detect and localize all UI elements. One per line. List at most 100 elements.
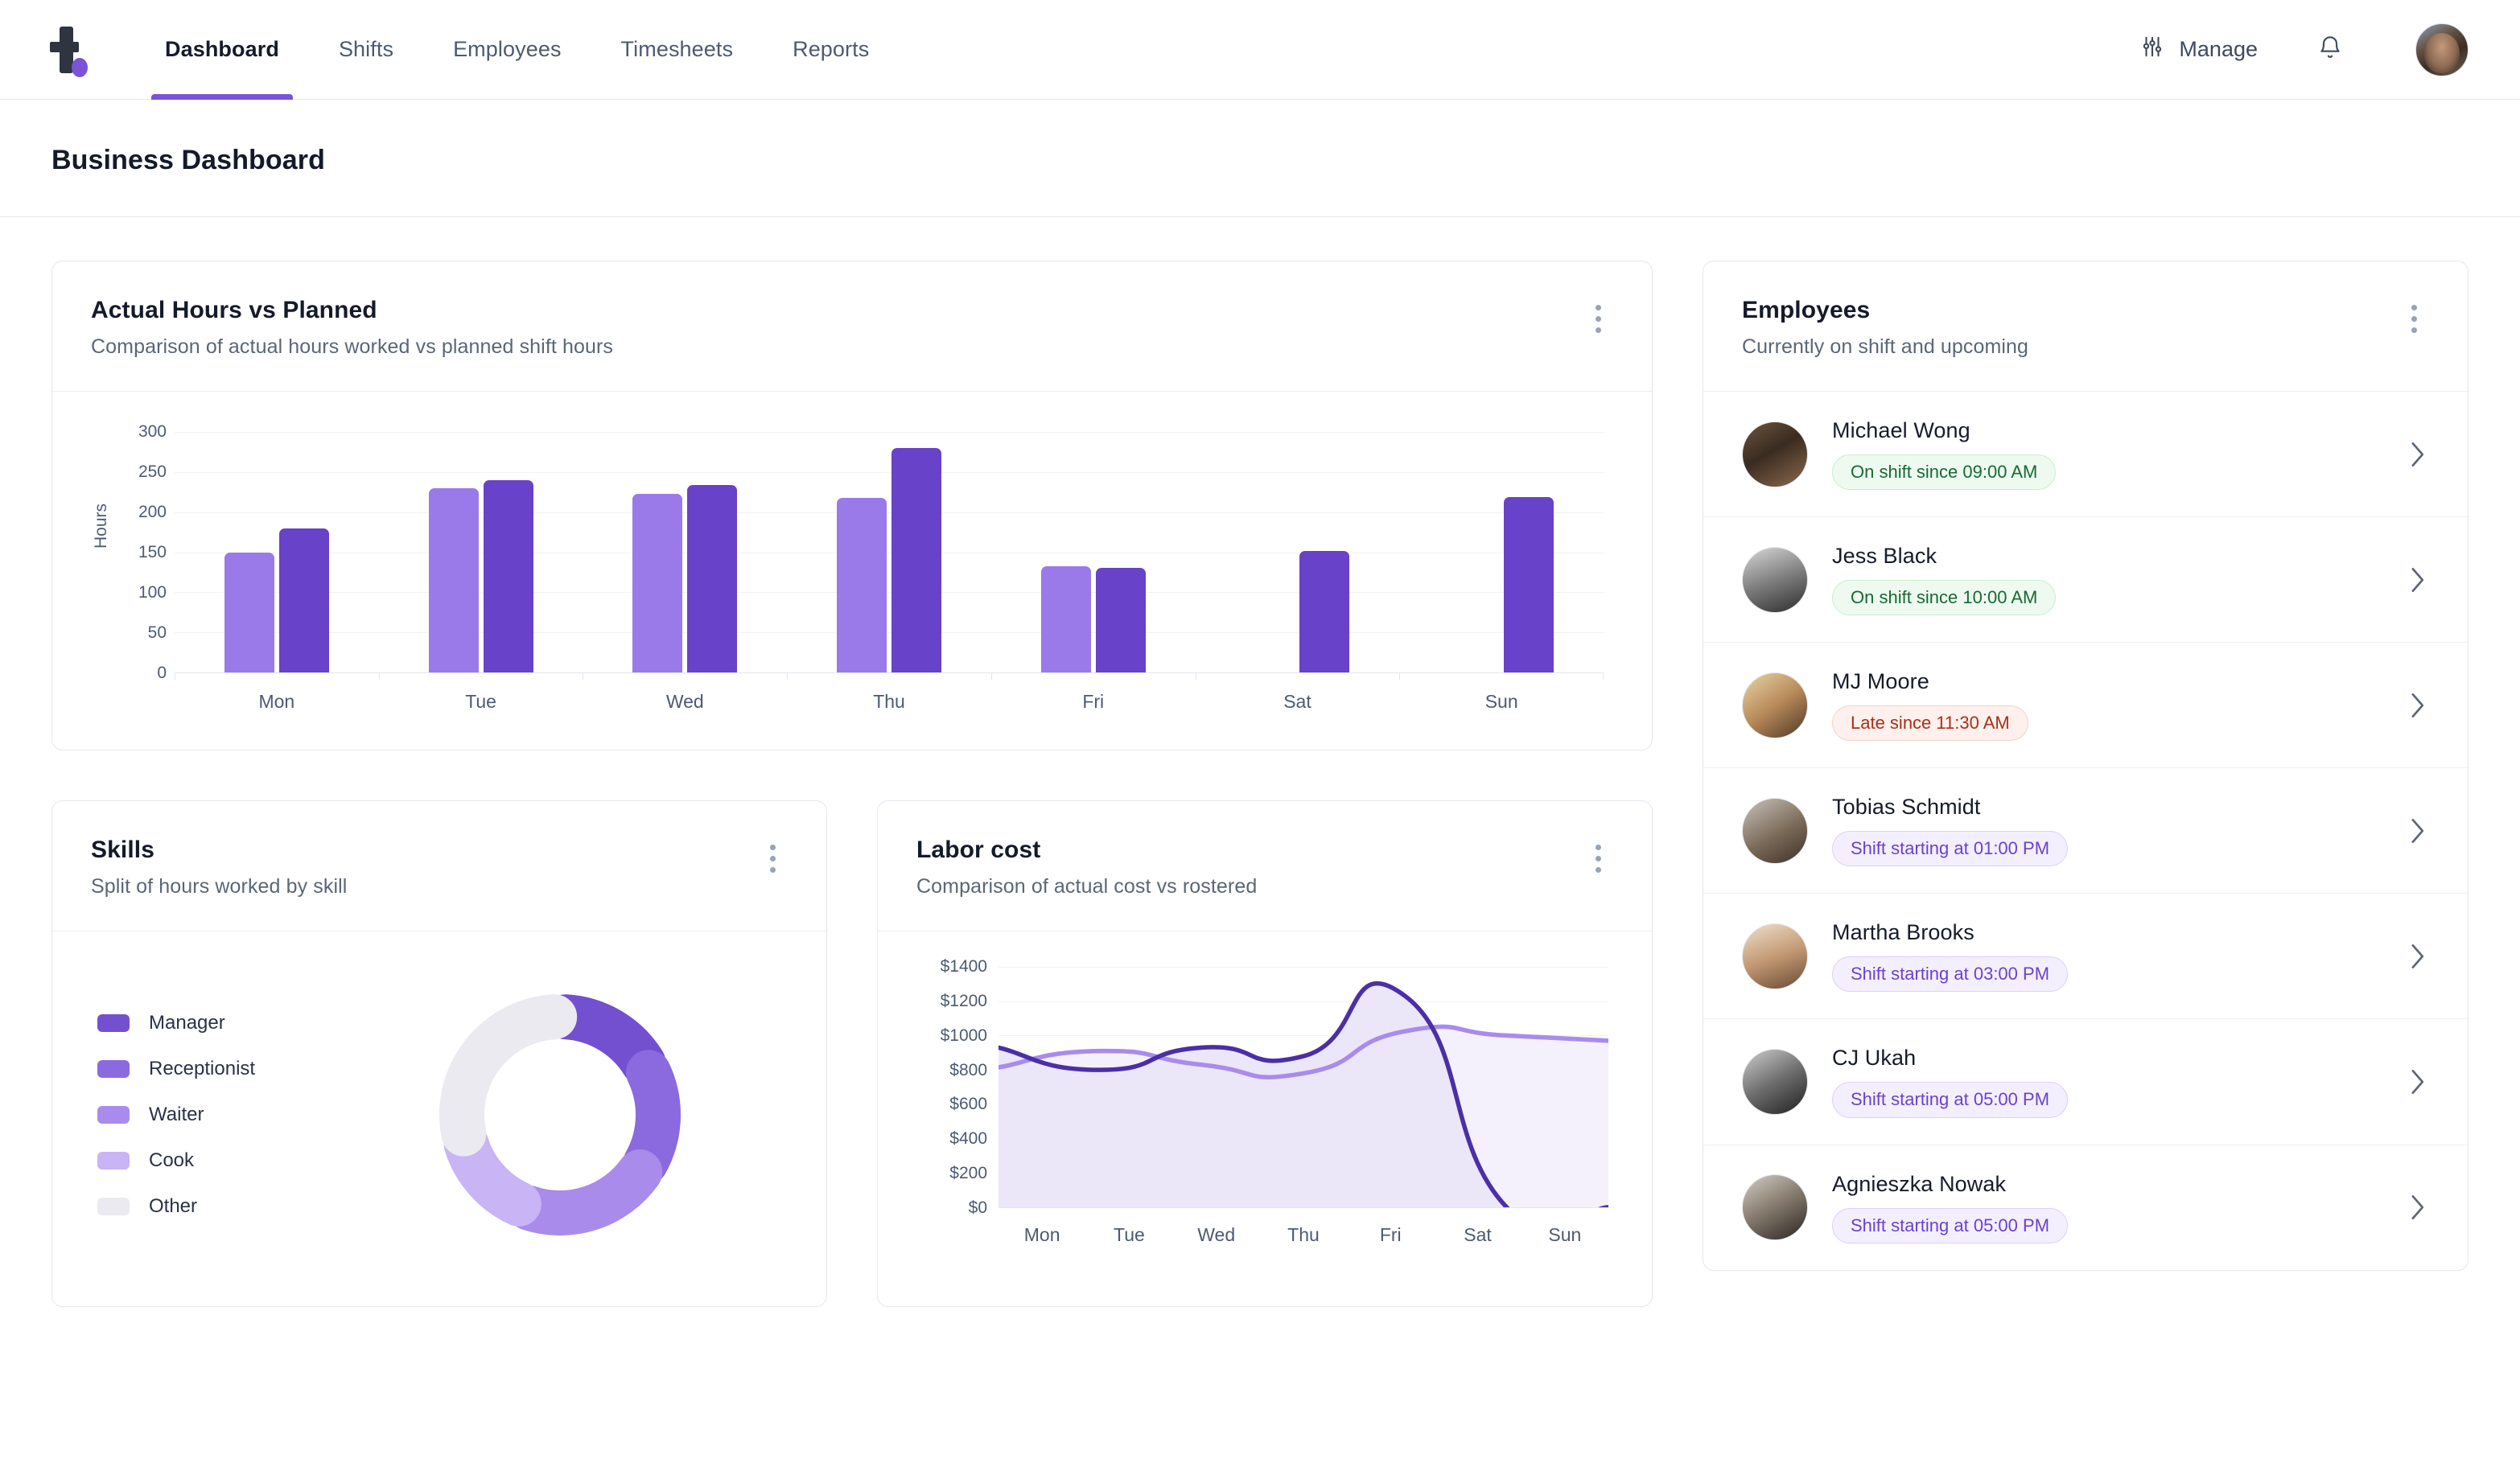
manage-button[interactable]: Manage (2124, 27, 2274, 72)
status-badge: On shift since 10:00 AM (1832, 580, 2056, 615)
legend-label: Manager (149, 1012, 225, 1034)
chevron-right-icon[interactable] (2403, 692, 2431, 719)
bar-actual-sat[interactable] (1299, 551, 1349, 672)
card-labor-cost: Labor cost Comparison of actual cost vs … (877, 800, 1653, 1307)
bar-y-axis-ticks: 300250200150100500 (115, 432, 175, 673)
notifications-button[interactable] (2274, 25, 2386, 74)
legend-swatch (97, 1198, 130, 1215)
employee-row[interactable]: CJ Ukah Shift starting at 05:00 PM (1703, 1019, 2468, 1145)
donut-slice-manager[interactable] (566, 1017, 644, 1063)
bar-group-mon (175, 432, 379, 672)
donut-slice-receptionist[interactable] (645, 1072, 658, 1162)
area-y-tick: $600 (949, 1095, 987, 1114)
chevron-right-icon[interactable] (2403, 1068, 2431, 1096)
right-column: Employees Currently on shift and upcomin… (1703, 261, 2469, 1307)
kebab-menu-icon[interactable] (754, 840, 791, 877)
nav-tab-reports[interactable]: Reports (763, 0, 899, 99)
employee-row[interactable]: Jess Black On shift since 10:00 AM (1703, 517, 2468, 643)
nav-tab-shifts[interactable]: Shifts (309, 0, 423, 99)
donut-chart: Manager Receptionist Waiter Cook Other (52, 931, 826, 1306)
legend-item-other[interactable]: Other (97, 1195, 332, 1218)
legend-item-cook[interactable]: Cook (97, 1149, 332, 1172)
employee-name: Agnieszka Nowak (1832, 1172, 2403, 1197)
card-subtitle: Comparison of actual cost vs rostered (916, 875, 1579, 898)
area-x-tick-sun: Sun (1521, 1224, 1608, 1246)
area-y-tick: $0 (969, 1198, 987, 1218)
employee-name: CJ Ukah (1832, 1046, 2403, 1071)
nav-tab-dashboard[interactable]: Dashboard (135, 0, 309, 99)
main-nav-tabs: DashboardShiftsEmployeesTimesheetsReport… (135, 0, 899, 99)
bar-actual-thu[interactable] (891, 448, 941, 672)
employee-row[interactable]: Michael WongOn shift since 09:00 AM (1703, 392, 2468, 517)
legend-item-waiter[interactable]: Waiter (97, 1104, 332, 1126)
nav-tab-timesheets[interactable]: Timesheets (591, 0, 764, 99)
status-badge: Late since 11:30 AM (1832, 705, 2028, 741)
kebab-menu-icon[interactable] (1579, 840, 1616, 877)
bar-planned-fri[interactable] (1041, 566, 1091, 672)
legend-label: Waiter (149, 1104, 204, 1126)
kebab-menu-icon[interactable] (1579, 300, 1616, 337)
page-title: Business Dashboard (51, 145, 2469, 176)
chevron-right-icon[interactable] (2403, 566, 2431, 594)
donut-graphic (332, 982, 788, 1248)
card-subtitle: Split of hours worked by skill (91, 875, 754, 898)
card-skills: Skills Split of hours worked by skill Ma… (51, 800, 827, 1307)
bar-group-wed (583, 432, 787, 672)
bar-y-tick: 100 (138, 583, 167, 602)
bar-actual-sun[interactable] (1504, 497, 1554, 672)
legend-label: Receptionist (149, 1058, 255, 1080)
area-plot-area (999, 967, 1608, 1208)
status-badge: Shift starting at 05:00 PM (1832, 1082, 2068, 1117)
bar-group-tue (379, 432, 583, 672)
chevron-right-icon[interactable] (2403, 817, 2431, 845)
legend-swatch (97, 1152, 130, 1170)
area-y-tick: $400 (949, 1129, 987, 1149)
area-x-tick-fri: Fri (1347, 1224, 1434, 1246)
chevron-right-icon[interactable] (2403, 441, 2431, 468)
user-avatar[interactable] (2415, 23, 2469, 76)
employee-row[interactable]: Martha BrooksShift starting at 03:00 PM (1703, 894, 2468, 1019)
donut-slice-waiter[interactable] (529, 1172, 640, 1213)
bar-actual-mon[interactable] (279, 528, 329, 672)
bar-x-tick-sat: Sat (1196, 691, 1400, 713)
legend-item-receptionist[interactable]: Receptionist (97, 1058, 332, 1080)
bar-planned-wed[interactable] (632, 494, 682, 672)
bar-actual-tue[interactable] (484, 480, 533, 672)
bar-x-tick-tue: Tue (379, 691, 583, 713)
bar-planned-tue[interactable] (429, 488, 479, 672)
bell-icon (2317, 35, 2343, 64)
status-badge: Shift starting at 01:00 PM (1832, 831, 2068, 866)
nav-tab-employees[interactable]: Employees (423, 0, 591, 99)
kebab-menu-icon[interactable] (2395, 300, 2432, 337)
bar-y-tick: 250 (138, 462, 167, 482)
area-chart: $1400$1200$1000$800$600$400$200$0 MonTue… (878, 931, 1652, 1278)
legend-swatch (97, 1060, 130, 1078)
bar-planned-mon[interactable] (224, 553, 274, 673)
employee-row[interactable]: Agnieszka NowakShift starting at 05:00 P… (1703, 1145, 2468, 1270)
bar-y-tick: 50 (148, 623, 167, 643)
legend-label: Other (149, 1195, 197, 1218)
bar-plot-area (175, 432, 1604, 673)
bar-planned-thu[interactable] (837, 498, 887, 672)
bar-y-tick: 0 (157, 664, 167, 683)
legend-swatch (97, 1014, 130, 1032)
avatar-martha-brooks (1742, 923, 1808, 989)
bar-group-fri (991, 432, 1196, 672)
bar-actual-fri[interactable] (1096, 568, 1146, 672)
card-subtitle: Currently on shift and upcoming (1742, 335, 2395, 359)
chevron-right-icon[interactable] (2403, 943, 2431, 970)
employee-row[interactable]: Tobias SchmidtShift starting at 01:00 PM (1703, 768, 2468, 894)
chevron-right-icon[interactable] (2403, 1194, 2431, 1221)
donut-slice-other[interactable] (462, 1017, 554, 1134)
card-title: Skills (91, 837, 754, 864)
card-header: Actual Hours vs Planned Comparison of ac… (52, 261, 1652, 392)
area-y-axis-ticks: $1400$1200$1000$800$600$400$200$0 (910, 967, 999, 1208)
employee-row[interactable]: MJ MooreLate since 11:30 AM (1703, 643, 2468, 768)
bar-actual-wed[interactable] (687, 485, 737, 672)
avatar-mj-moore (1742, 672, 1808, 738)
legend-item-manager[interactable]: Manager (97, 1012, 332, 1034)
card-subtitle: Comparison of actual hours worked vs pla… (91, 335, 1579, 359)
tanda-logo-icon[interactable] (45, 22, 90, 78)
employee-name: Jess Black (1832, 544, 2403, 569)
area-svg (999, 967, 1608, 1207)
